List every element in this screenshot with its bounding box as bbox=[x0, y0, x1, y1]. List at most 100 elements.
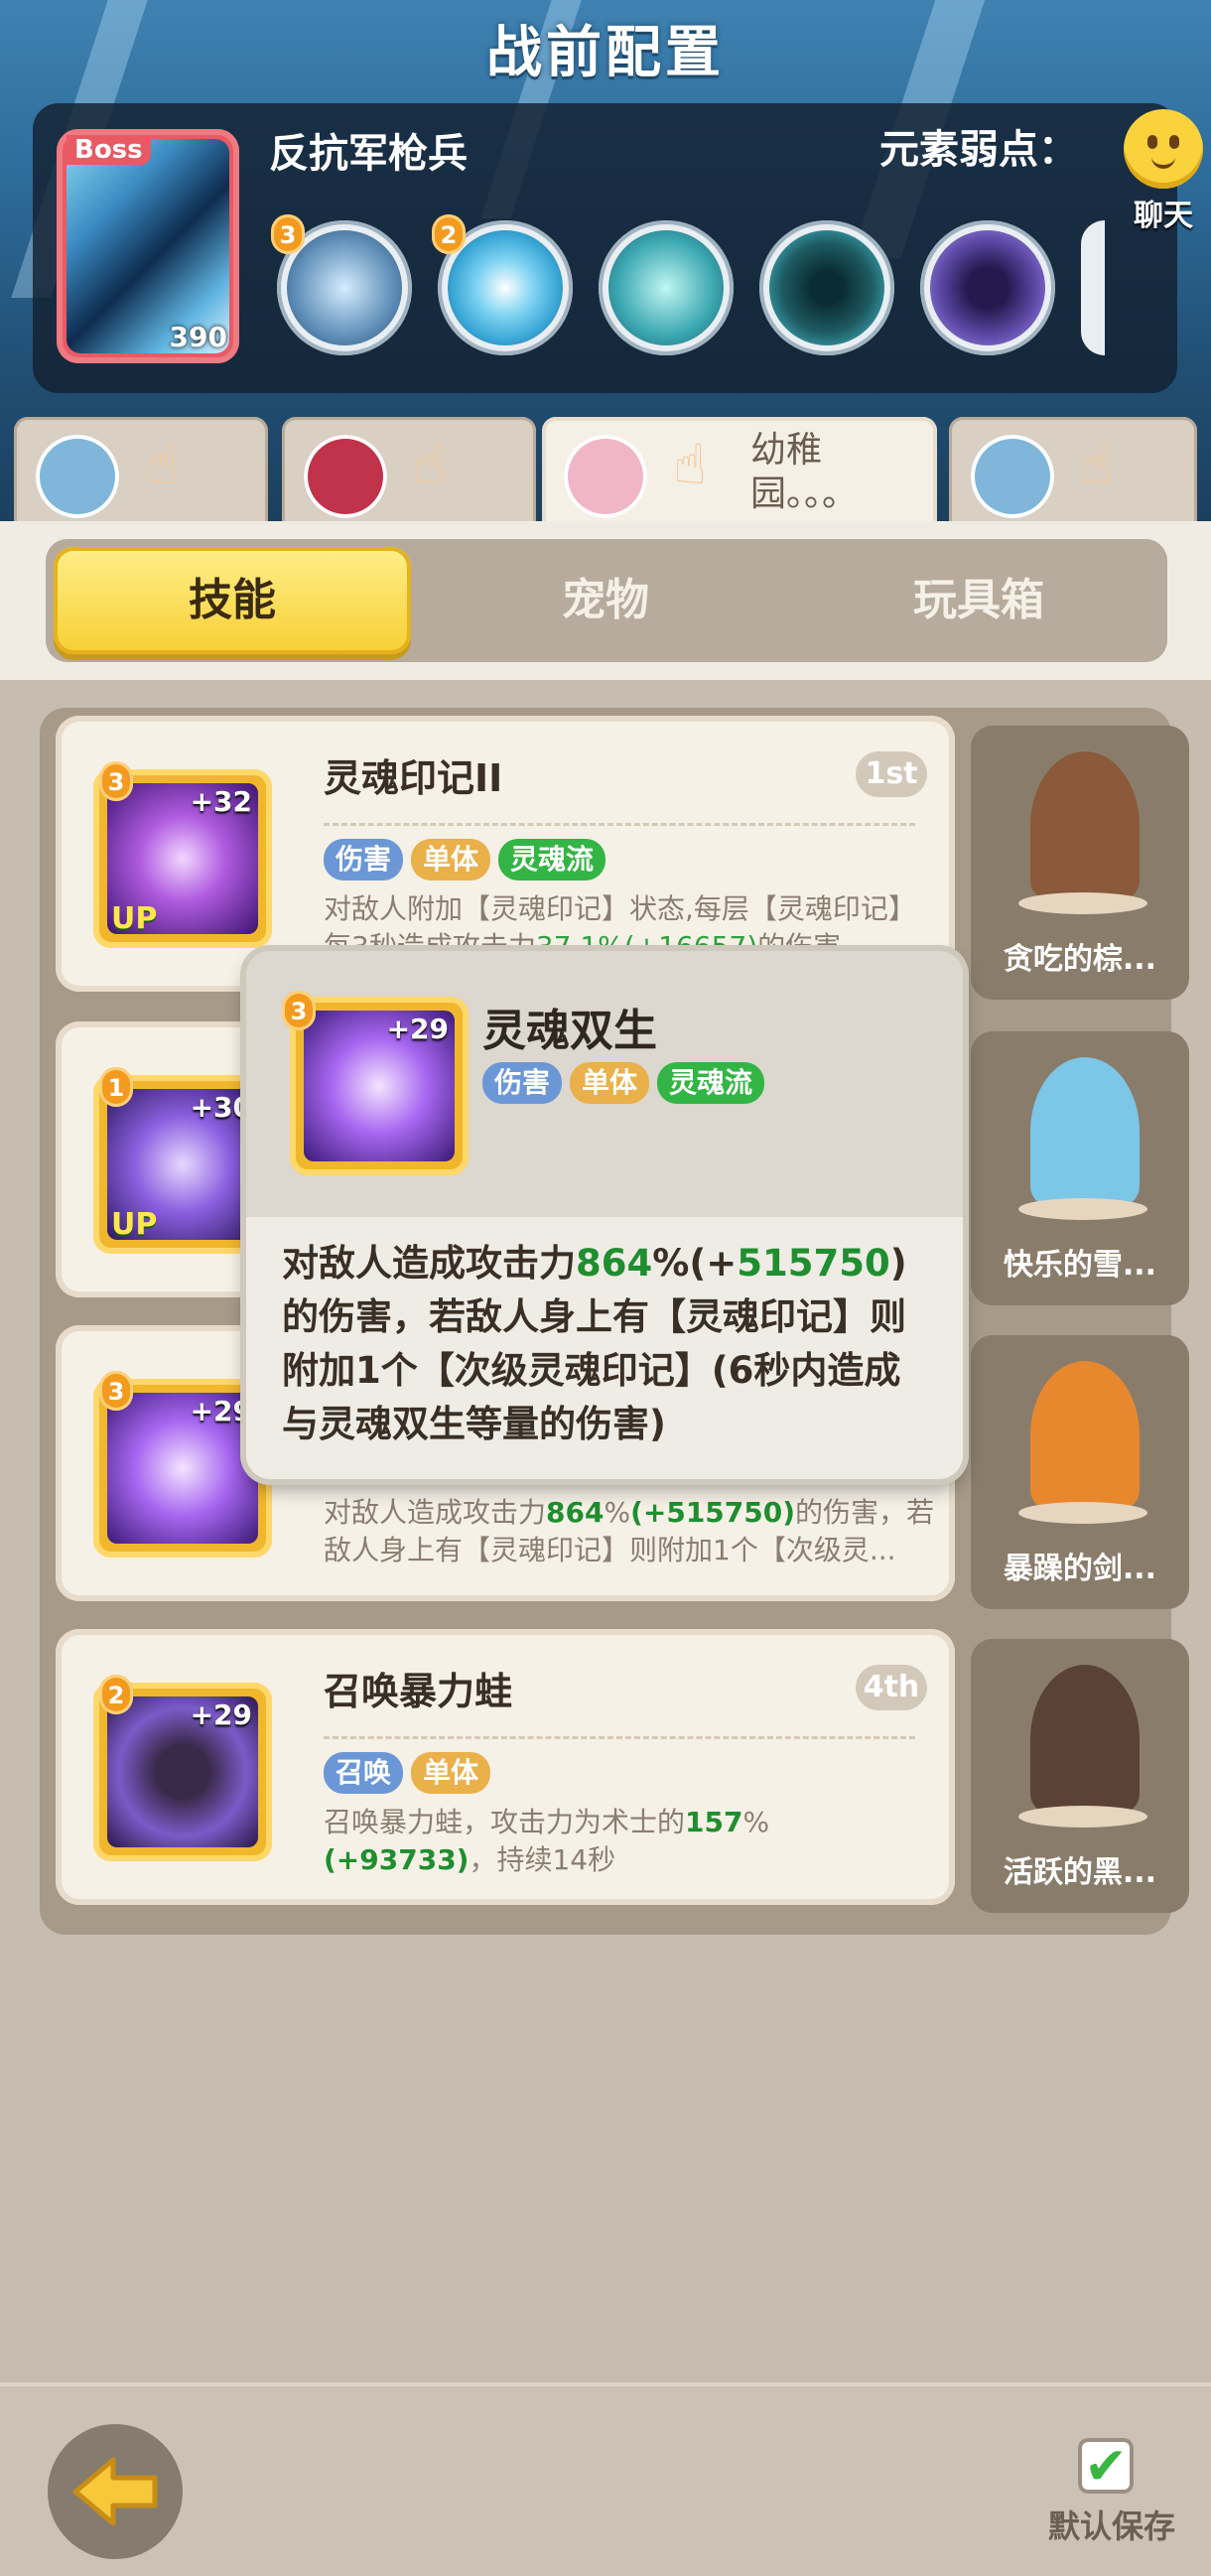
pet-figure bbox=[1030, 751, 1140, 900]
popup-skill-level: 3 bbox=[282, 991, 316, 1030]
pet-slot[interactable]: 快乐的雪... bbox=[971, 1031, 1189, 1305]
skill-up-badge: UP bbox=[111, 1207, 158, 1242]
team-tab-1[interactable]: ☝ bbox=[14, 417, 268, 526]
back-button[interactable] bbox=[48, 2424, 183, 2559]
shadow-warrior-icon bbox=[769, 230, 884, 345]
desc-text: 的伤害，若敌人身上有【灵魂印记】则附加1个【次级灵魂印记】(6秒内造成与灵魂双生… bbox=[282, 1295, 906, 1445]
skill-plus: +32 bbox=[190, 785, 252, 818]
chat-label: 聊天 bbox=[1134, 199, 1193, 233]
tab-skills[interactable]: 技能 bbox=[54, 547, 411, 654]
boss-skill-totem[interactable] bbox=[599, 220, 734, 355]
boss-panel: Boss 390 反抗军枪兵 元素弱点： 3 2 bbox=[33, 103, 1177, 393]
tag-single: 单体 bbox=[570, 1062, 650, 1104]
skill-level: 3 bbox=[99, 761, 133, 801]
desc-bracket: (+ bbox=[689, 1242, 738, 1285]
skill-detail-popup[interactable]: +29 3 灵魂双生 伤害 单体 灵魂流 对敌人造成攻击力864%(+515750)… bbox=[246, 951, 963, 1479]
tab-pets[interactable]: 宠物 bbox=[427, 547, 784, 654]
pet-name: 暴躁的剑... bbox=[1003, 1552, 1157, 1586]
tag-damage: 伤害 bbox=[482, 1062, 563, 1104]
popup-skill-name: 灵魂双生 bbox=[482, 1006, 657, 1056]
tag-single: 单体 bbox=[411, 839, 491, 881]
skill-description: 召唤暴力蛙，攻击力为术士的157% (+93733)，持续14秒 bbox=[324, 1804, 939, 1889]
pet-base bbox=[1018, 1806, 1147, 1828]
skill-name: 灵魂印记II bbox=[324, 756, 503, 800]
boss-skill-partial bbox=[1081, 220, 1105, 355]
skill-card[interactable]: +29 2 召唤暴力蛙 4th 召唤 单体 召唤暴力蛙，攻击力为术士的157% (+… bbox=[56, 1629, 955, 1905]
avatar bbox=[36, 435, 119, 518]
pet-slot[interactable]: 贪吃的棕... bbox=[971, 726, 1189, 1000]
boss-tag: Boss bbox=[67, 135, 151, 165]
skill-description: 对敌人造成攻击力864%(+515750)的伤害，若敌人身上有【灵魂印记】则附加… bbox=[324, 1494, 939, 1611]
team-tab-2[interactable]: ☝ bbox=[282, 417, 536, 526]
skill-level: 1 bbox=[99, 1067, 133, 1107]
element-weakness-label: 元素弱点： bbox=[879, 127, 1078, 173]
desc-unit: % bbox=[742, 1806, 770, 1838]
desc-unit: % bbox=[652, 1242, 690, 1285]
back-arrow-icon bbox=[72, 2457, 158, 2526]
tag-summon: 召唤 bbox=[324, 1752, 404, 1794]
skill-level: 3 bbox=[99, 1371, 133, 1411]
skill-plus: +30 bbox=[190, 1091, 252, 1124]
chat-button[interactable]: 聊天 bbox=[1116, 109, 1211, 234]
popup-skill-plus: +29 bbox=[386, 1013, 449, 1045]
team-tab-4[interactable]: ☝ bbox=[949, 417, 1197, 526]
pet-name: 贪吃的棕... bbox=[1003, 942, 1157, 977]
avatar bbox=[304, 435, 387, 518]
boss-name: 反抗军枪兵 bbox=[269, 131, 468, 177]
tab-bar: 技能 宠物 玩具箱 bbox=[46, 539, 1167, 662]
eye-icon bbox=[448, 230, 563, 345]
skill-tags: 召唤 单体 bbox=[324, 1752, 498, 1794]
pet-name: 活跃的黑... bbox=[1003, 1855, 1157, 1890]
desc-text: ，持续14秒 bbox=[469, 1843, 616, 1876]
skill-plus: +29 bbox=[190, 1395, 252, 1427]
pet-figure bbox=[1030, 1361, 1140, 1510]
popup-skill-description: 对敌人造成攻击力864%(+515750) 的伤害，若敌人身上有【灵魂印记】则附加… bbox=[282, 1237, 937, 1451]
boss-skill-level: 3 bbox=[271, 214, 305, 254]
skill-plus: +29 bbox=[190, 1698, 252, 1731]
pet-figure bbox=[1030, 1057, 1140, 1206]
boss-skill-level: 2 bbox=[432, 214, 466, 254]
pet-slot[interactable]: 暴躁的剑... bbox=[971, 1335, 1189, 1609]
team-tab-3[interactable]: ☝ 幼稚园。。。 bbox=[542, 417, 937, 526]
boss-skill-monster[interactable] bbox=[920, 220, 1055, 355]
desc-percent: 864 bbox=[546, 1496, 605, 1529]
pointing-hand-icon: ☝ bbox=[145, 433, 180, 497]
monster-icon bbox=[930, 230, 1045, 345]
desc-bonus: 515750 bbox=[737, 1242, 890, 1285]
skill-level: 2 bbox=[99, 1675, 133, 1714]
pointing-hand-icon: ☝ bbox=[413, 433, 448, 497]
avatar bbox=[971, 435, 1054, 518]
pet-base bbox=[1018, 1198, 1147, 1220]
desc-percent: 157 bbox=[685, 1806, 743, 1838]
desc-bonus: (+515750) bbox=[630, 1496, 796, 1529]
desc-percent: 864 bbox=[576, 1242, 653, 1285]
tab-toybox[interactable]: 玩具箱 bbox=[800, 547, 1157, 654]
skill-rank: 4th bbox=[856, 1665, 927, 1710]
boss-portrait[interactable]: Boss 390 bbox=[57, 129, 239, 363]
pet-figure bbox=[1030, 1665, 1140, 1814]
skill-name: 召唤暴力蛙 bbox=[324, 1670, 513, 1713]
pet-base bbox=[1018, 892, 1147, 914]
tabbar-wrap: 技能 宠物 玩具箱 bbox=[0, 521, 1211, 680]
team-tabs: ☝ ☝ ☝ 幼稚园。。。 ☝ bbox=[0, 417, 1211, 526]
popup-skill-tags: 伤害 单体 灵魂流 bbox=[482, 1062, 772, 1104]
default-save-label: 默认保存 bbox=[1047, 2508, 1175, 2545]
page-title: 战前配置 bbox=[486, 21, 725, 85]
tag-soul: 灵魂流 bbox=[498, 839, 606, 881]
divider bbox=[324, 823, 915, 826]
boss-skill-eye[interactable]: 2 bbox=[432, 214, 573, 355]
desc-unit: % bbox=[604, 1496, 631, 1529]
pet-slot[interactable]: 活跃的黑... bbox=[971, 1639, 1189, 1913]
pet-base bbox=[1018, 1502, 1147, 1524]
tag-damage: 伤害 bbox=[324, 839, 404, 881]
totem-icon bbox=[608, 230, 724, 345]
default-save-checkbox[interactable]: ✔ bbox=[1078, 2438, 1134, 2496]
desc-bonus: (+93733) bbox=[324, 1843, 470, 1876]
boss-skill-ice-spear[interactable]: 3 bbox=[271, 214, 412, 355]
bottom-bar: ✔ 默认保存 bbox=[0, 2382, 1211, 2576]
skill-tags: 伤害 单体 灵魂流 bbox=[324, 839, 613, 881]
skill-rank: 1st bbox=[856, 751, 927, 797]
divider bbox=[324, 1736, 915, 1739]
boss-skill-shadow[interactable] bbox=[759, 220, 894, 355]
popup-skill-icon-frame: +29 bbox=[290, 997, 469, 1175]
